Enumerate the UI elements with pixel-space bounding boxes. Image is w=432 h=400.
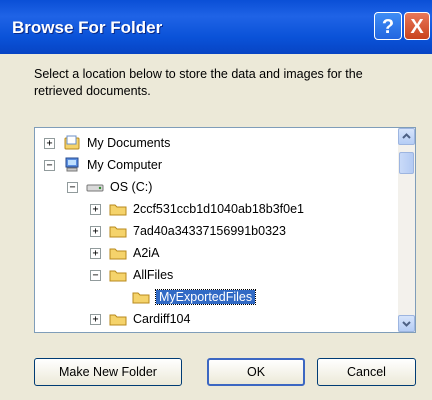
expand-icon[interactable]: +	[90, 203, 101, 215]
tree-item[interactable]: − OS (C:)	[67, 176, 152, 198]
collapse-icon[interactable]: −	[90, 269, 101, 281]
folder-icon	[109, 245, 127, 261]
tree-item[interactable]: + My Documents	[44, 132, 170, 154]
tree-item[interactable]: MyExportedFiles	[113, 286, 257, 308]
tree-item-label: AllFiles	[133, 268, 174, 282]
tree-item-label: A2iA	[133, 246, 160, 260]
tree-item-label: 7ad40a34337156991b0323	[133, 224, 286, 238]
scroll-up-button[interactable]	[398, 128, 415, 145]
expand-icon[interactable]: +	[90, 247, 101, 259]
title-bar[interactable]: Browse For Folder ? X	[0, 0, 432, 54]
folder-icon	[109, 201, 127, 217]
chevron-down-icon	[402, 321, 411, 327]
folder-tree[interactable]: + My Documents − My Computer − OS (C:) +2ccf53…	[34, 127, 416, 333]
make-new-folder-button[interactable]: Make New Folder	[34, 358, 182, 386]
scroll-down-button[interactable]	[398, 315, 415, 332]
tree-item-label: Cardiff104	[133, 312, 191, 326]
tree-item[interactable]: − AllFiles	[90, 264, 173, 286]
folder-icon	[132, 289, 150, 305]
folder-icon	[109, 311, 127, 327]
tree-item[interactable]: − My Computer	[44, 154, 162, 176]
drive-icon	[86, 179, 104, 195]
my-computer-icon	[63, 157, 81, 173]
folder-icon	[109, 223, 127, 239]
tree-item-label: My Documents	[87, 136, 171, 150]
ok-button[interactable]: OK	[207, 358, 305, 386]
tree-item-label: OS (C:)	[110, 180, 153, 194]
expand-icon[interactable]: +	[90, 225, 101, 237]
expand-icon[interactable]: +	[44, 137, 55, 149]
tree-item[interactable]: +7ad40a34337156991b0323	[90, 220, 286, 242]
close-button[interactable]: X	[404, 12, 430, 40]
scroll-thumb[interactable]	[399, 152, 414, 174]
help-button[interactable]: ?	[374, 12, 402, 40]
my-documents-icon	[63, 135, 81, 151]
tree-item[interactable]: + Cardiff104	[90, 308, 190, 330]
chevron-up-icon	[402, 133, 411, 139]
window-title: Browse For Folder	[12, 18, 163, 37]
tree-item-label: 2ccf531ccb1d1040ab18b3f0e1	[133, 202, 304, 216]
folder-icon	[109, 267, 127, 283]
expand-icon[interactable]: +	[90, 313, 101, 325]
tree-item[interactable]: + A2iA	[90, 242, 159, 264]
vertical-scrollbar[interactable]	[398, 128, 415, 332]
tree-item[interactable]: +2ccf531ccb1d1040ab18b3f0e1	[90, 198, 304, 220]
tree-item-label: MyExportedFiles	[154, 289, 257, 305]
collapse-icon[interactable]: −	[44, 159, 55, 171]
instruction-text: Select a location below to store the dat…	[34, 67, 363, 98]
collapse-icon[interactable]: −	[67, 181, 78, 193]
cancel-button[interactable]: Cancel	[317, 358, 416, 386]
tree-item-label: My Computer	[87, 158, 163, 172]
